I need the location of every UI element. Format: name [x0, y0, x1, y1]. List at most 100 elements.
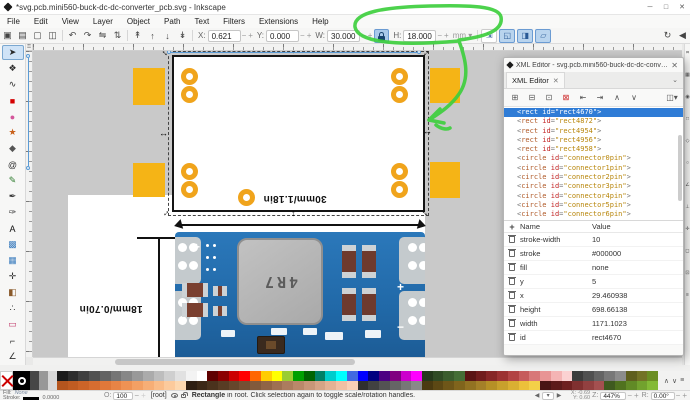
opacity-input[interactable]: 100 — [113, 392, 133, 400]
attribute-value[interactable]: 10 — [592, 235, 683, 244]
color-swatch[interactable] — [282, 381, 293, 391]
pad-ring[interactable] — [181, 163, 198, 180]
delete-attribute-icon[interactable] — [504, 278, 520, 285]
delete-attribute-icon[interactable] — [504, 306, 520, 313]
swatch-none[interactable] — [0, 371, 13, 390]
color-swatch[interactable] — [529, 371, 540, 381]
color-swatch[interactable] — [508, 381, 519, 391]
color-swatch[interactable] — [304, 381, 315, 391]
color-swatch[interactable] — [572, 371, 583, 381]
xml-tree-node[interactable]: <circle id="connector2pin"> — [504, 173, 683, 182]
copper-pad-square[interactable] — [133, 68, 165, 105]
swatch-gray[interactable] — [48, 371, 57, 390]
xml-tree-node[interactable]: <circle id="connector1pin"> — [504, 164, 683, 173]
xml-tree-node[interactable]: <circle id="connector5pin"> — [504, 201, 683, 210]
snap-option-icon[interactable]: ⌗ — [686, 48, 689, 70]
color-swatch[interactable] — [422, 381, 433, 391]
attribute-value[interactable]: 5 — [592, 277, 683, 286]
color-swatch[interactable] — [604, 381, 615, 391]
color-swatch[interactable] — [476, 371, 487, 381]
guide-line-vertical[interactable] — [28, 58, 29, 166]
menu-item-file[interactable]: File — [0, 15, 27, 28]
paint-bucket-tool[interactable]: ◧ — [2, 285, 24, 300]
color-swatch[interactable] — [519, 371, 530, 381]
color-swatch[interactable] — [239, 371, 250, 381]
pcb-photo[interactable]: 4R7 + + − — [175, 232, 425, 357]
color-swatch[interactable] — [647, 381, 658, 391]
raise-to-top-icon[interactable]: ↟ — [130, 29, 145, 43]
rotation-plus-button[interactable]: + — [682, 391, 687, 400]
x-plus-button[interactable]: + — [248, 31, 253, 40]
snap-option-icon[interactable]: ◉ — [685, 92, 689, 114]
color-swatch[interactable] — [368, 371, 379, 381]
color-swatch[interactable] — [411, 381, 422, 391]
color-swatch[interactable] — [551, 381, 562, 391]
text-tool[interactable]: A — [2, 221, 24, 236]
next-icon[interactable]: ▶ — [554, 392, 564, 399]
color-swatch[interactable] — [293, 381, 304, 391]
connector-tool[interactable]: ⌐ — [2, 333, 24, 348]
color-swatch[interactable] — [336, 371, 347, 381]
color-swatch[interactable] — [100, 381, 111, 391]
mesh-tool[interactable]: ▦ — [2, 253, 24, 268]
color-swatch[interactable] — [89, 371, 100, 381]
measure-tool[interactable]: ∠ — [2, 349, 24, 364]
color-swatch[interactable] — [486, 371, 497, 381]
color-swatch[interactable] — [218, 371, 229, 381]
rectangle-tool[interactable]: ■ — [2, 93, 24, 108]
zoom-minus-button[interactable]: − — [627, 391, 632, 400]
color-swatch[interactable] — [615, 371, 626, 381]
color-swatch[interactable] — [154, 371, 165, 381]
menu-item-extensions[interactable]: Extensions — [252, 15, 305, 28]
xml-tree-node[interactable]: <circle id="connector3pin"> — [504, 182, 683, 191]
color-swatch[interactable] — [443, 371, 454, 381]
stroke-color-swatch[interactable] — [23, 397, 39, 400]
attribute-value[interactable]: 29.460938 — [592, 291, 683, 300]
pad-ring[interactable] — [181, 68, 198, 85]
color-swatch[interactable] — [89, 381, 100, 391]
color-swatch[interactable] — [454, 371, 465, 381]
color-swatch[interactable] — [572, 381, 583, 391]
color-swatch[interactable] — [207, 371, 218, 381]
move-gradients-toggle[interactable]: ◨ — [517, 29, 533, 43]
color-swatch[interactable] — [583, 371, 594, 381]
xml-panel-header[interactable]: XML Editor - svg.pcb.mini560-buck-dc-dc-… — [504, 58, 683, 72]
menu-item-path[interactable]: Path — [157, 15, 187, 28]
horizontal-ruler[interactable] — [33, 44, 682, 51]
height-plus-button[interactable]: + — [444, 31, 449, 40]
duplicate-node-icon[interactable]: ⊡ — [542, 91, 556, 104]
color-swatch[interactable] — [132, 381, 143, 391]
color-swatch[interactable] — [239, 381, 250, 391]
lock-ratio-icon[interactable] — [374, 29, 389, 43]
star-tool[interactable]: ★ — [2, 125, 24, 140]
box3d-tool[interactable]: ◆ — [2, 141, 24, 156]
attribute-row[interactable]: y5 — [504, 275, 683, 289]
indent-node-icon[interactable]: ⇥ — [593, 91, 607, 104]
color-swatch[interactable] — [121, 381, 132, 391]
color-swatch[interactable] — [111, 381, 122, 391]
color-swatch[interactable] — [325, 381, 336, 391]
selection-frame-icon[interactable]: ◫ — [45, 29, 60, 43]
units-dropdown[interactable]: mm ▾ — [453, 31, 473, 40]
scale-handle-bottom-mid[interactable]: ↕ — [291, 209, 296, 218]
delete-attribute-icon[interactable] — [504, 320, 520, 327]
flip-horizontal-icon[interactable]: ⇋ — [95, 29, 110, 43]
new-text-node-icon[interactable]: ⊟ — [525, 91, 539, 104]
opacity-minus-button[interactable]: − — [134, 391, 139, 400]
delete-attribute-icon[interactable] — [504, 334, 520, 341]
color-swatch[interactable] — [272, 371, 283, 381]
color-swatch[interactable] — [529, 381, 540, 391]
color-swatch[interactable] — [401, 371, 412, 381]
current-layer-label[interactable]: [root] — [151, 392, 167, 399]
pad-ring[interactable] — [391, 86, 408, 103]
menu-item-view[interactable]: View — [55, 15, 86, 28]
pad-ring[interactable] — [181, 181, 198, 198]
attribute-value[interactable]: 1171.1023 — [592, 319, 683, 328]
snap-option-icon[interactable]: ⊥ — [685, 202, 689, 224]
new-element-node-icon[interactable]: ⊞ — [508, 91, 522, 104]
swatch-unset[interactable] — [13, 371, 30, 390]
attribute-value[interactable]: none — [592, 263, 683, 272]
pad-ring[interactable] — [391, 181, 408, 198]
color-swatch[interactable] — [390, 371, 401, 381]
color-swatch[interactable] — [519, 381, 530, 391]
